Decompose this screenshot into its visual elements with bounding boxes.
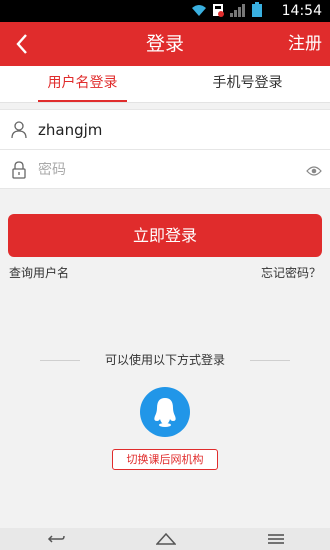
menu-nav-icon[interactable] bbox=[267, 530, 285, 549]
divider-line bbox=[250, 360, 290, 361]
page-title: 登录 bbox=[145, 33, 184, 55]
register-button[interactable]: 注册 bbox=[288, 22, 322, 66]
home-nav-icon[interactable] bbox=[155, 530, 177, 549]
status-icons bbox=[191, 1, 262, 21]
lock-icon bbox=[0, 161, 38, 179]
battery-icon bbox=[252, 1, 262, 21]
eye-icon[interactable] bbox=[306, 162, 322, 181]
app-header: 登录 注册 bbox=[0, 22, 330, 66]
clock: 14:54 bbox=[281, 3, 322, 19]
forgot-password-link[interactable]: 忘记密码？ bbox=[261, 264, 321, 281]
system-navbar bbox=[0, 528, 330, 550]
active-tab-indicator bbox=[38, 100, 127, 102]
password-input[interactable] bbox=[38, 162, 288, 178]
user-icon bbox=[0, 120, 38, 139]
tab-label: 用户名登录 bbox=[47, 75, 118, 91]
tab-phone-login[interactable]: 手机号登录 bbox=[165, 66, 330, 102]
username-field[interactable]: zhangjm bbox=[0, 110, 330, 150]
login-form: zhangjm bbox=[0, 109, 330, 189]
sim-icon bbox=[212, 2, 224, 21]
password-field bbox=[0, 150, 330, 190]
login-tabs: 用户名登录 手机号登录 bbox=[0, 66, 330, 103]
tab-label: 手机号登录 bbox=[212, 75, 283, 91]
status-bar: 14:54 bbox=[0, 0, 330, 22]
switch-institution-button[interactable]: 切换课后网机构 bbox=[112, 449, 218, 470]
login-button[interactable]: 立即登录 bbox=[8, 214, 322, 257]
qq-login-button[interactable] bbox=[140, 387, 190, 437]
alt-login-divider: 可以使用以下方式登录 bbox=[40, 352, 290, 368]
back-nav-icon[interactable] bbox=[45, 530, 66, 549]
wifi-icon bbox=[191, 2, 207, 21]
username-value: zhangjm bbox=[38, 120, 103, 139]
tab-username-login[interactable]: 用户名登录 bbox=[0, 66, 165, 102]
signal-icon bbox=[229, 2, 247, 21]
qq-icon bbox=[154, 398, 176, 427]
find-username-link[interactable]: 查询用户名 bbox=[9, 264, 69, 281]
